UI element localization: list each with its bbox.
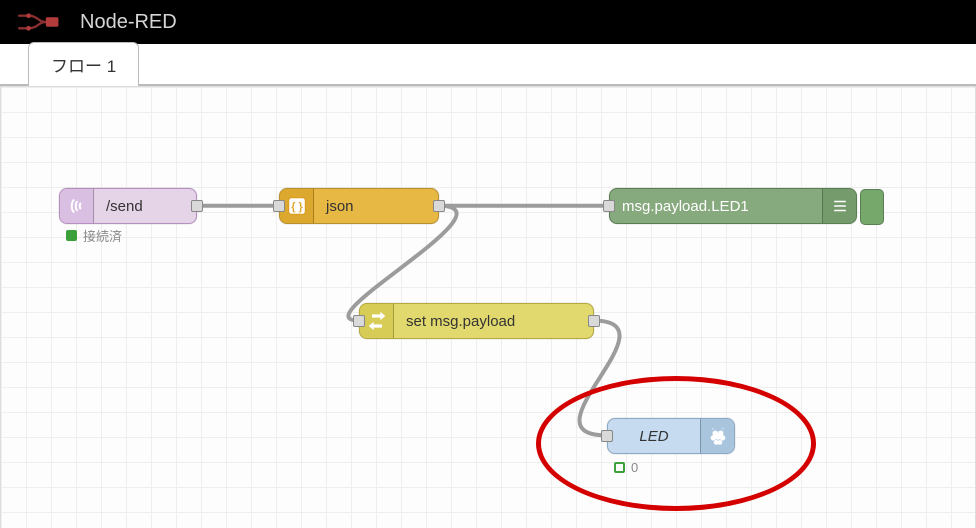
node-status: 接続済: [66, 226, 122, 245]
flow-canvas[interactable]: /send 接続済 { } json msg.payload.LED1: [0, 86, 976, 528]
status-text: 接続済: [83, 226, 122, 245]
input-port[interactable]: [353, 315, 365, 327]
output-port[interactable]: [588, 315, 600, 327]
status-dot-icon: [614, 462, 625, 473]
input-port[interactable]: [273, 200, 285, 212]
debug-toggle-button[interactable]: [860, 189, 884, 225]
tab-flow-1[interactable]: フロー 1: [28, 42, 139, 86]
app-header: Node-RED: [0, 0, 976, 44]
wifi-icon: [60, 189, 94, 223]
input-port[interactable]: [601, 430, 613, 442]
node-rpi-gpio-out[interactable]: LED 0: [607, 418, 735, 454]
svg-text:{ }: { }: [291, 201, 303, 213]
swap-arrows-icon: [360, 304, 394, 338]
node-debug[interactable]: msg.payload.LED1: [609, 188, 857, 224]
output-port[interactable]: [433, 200, 445, 212]
node-label: LED: [608, 428, 700, 445]
app-title: Node-RED: [80, 11, 177, 34]
node-json[interactable]: { } json: [279, 188, 439, 224]
node-label: /send: [94, 198, 196, 215]
node-label: json: [314, 198, 438, 215]
debug-list-icon: [822, 189, 856, 223]
node-red-logo-icon: [14, 11, 62, 33]
tab-strip: フロー 1: [0, 44, 976, 86]
node-label: set msg.payload: [394, 313, 593, 330]
output-port[interactable]: [191, 200, 203, 212]
node-change[interactable]: set msg.payload: [359, 303, 594, 339]
raspberry-pi-icon: [700, 419, 734, 453]
node-status: 0: [614, 460, 638, 475]
input-port[interactable]: [603, 200, 615, 212]
node-websocket-in[interactable]: /send 接続済: [59, 188, 197, 224]
node-label: msg.payload.LED1: [610, 198, 822, 215]
status-dot-icon: [66, 230, 77, 241]
tab-label: フロー 1: [51, 57, 116, 76]
status-text: 0: [631, 460, 638, 475]
json-braces-icon: { }: [280, 189, 314, 223]
